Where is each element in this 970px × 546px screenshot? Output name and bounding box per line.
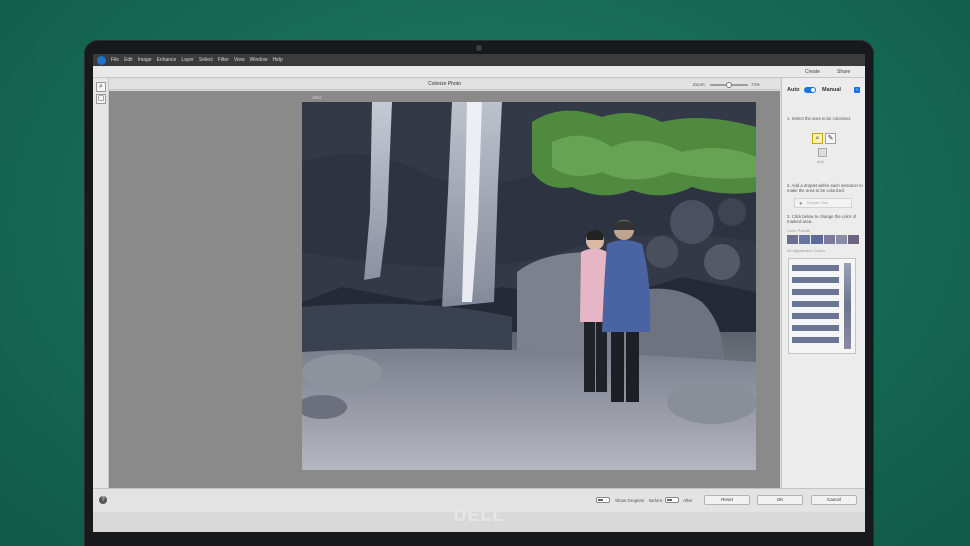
step-1-text: 1. Select the area to be colorized.	[787, 116, 852, 121]
create-button[interactable]: Create	[805, 69, 820, 75]
colorize-panel: Auto Manual ? 1. Select the area to be c…	[781, 78, 865, 488]
dell-logo: DELL	[453, 505, 505, 525]
webcam	[476, 45, 482, 51]
after-view-label: After	[312, 95, 322, 100]
dialog-title: Colorize Photo	[109, 79, 780, 90]
droplet-tool-button[interactable]: ● Droplet Tool	[794, 198, 852, 208]
adjustment-color-bar[interactable]	[792, 325, 839, 331]
screen: File Edit Image Enhance Layer Select Fil…	[93, 54, 865, 532]
menu-image[interactable]: Image	[138, 57, 152, 63]
palette-swatch[interactable]	[835, 235, 847, 244]
add-mode-label: Add	[817, 160, 824, 164]
adjustment-colors-label: All Adjustment Colors	[787, 248, 826, 253]
menu-help[interactable]: Help	[272, 57, 282, 63]
droplet-icon: ●	[799, 201, 803, 207]
laptop-frame: File Edit Image Enhance Layer Select Fil…	[84, 40, 874, 546]
menu-window[interactable]: Window	[250, 57, 268, 63]
manual-mode-label: Manual	[822, 87, 841, 93]
palette-swatch[interactable]	[847, 235, 860, 244]
zoom-value: 74%	[751, 82, 761, 87]
ok-button[interactable]: OK	[757, 495, 803, 505]
adjustment-color-bar[interactable]	[792, 337, 839, 343]
adjustment-color-bar[interactable]	[792, 265, 839, 271]
before-label: Before	[649, 498, 663, 503]
palette-swatch[interactable]	[799, 235, 811, 244]
palette-swatch[interactable]	[787, 235, 799, 244]
menu-select[interactable]: Select	[199, 57, 213, 63]
quick-selection-icon[interactable]: ⌕	[812, 133, 823, 144]
adjustment-color-bar[interactable]	[792, 277, 839, 283]
adjustment-colors-list	[788, 258, 856, 354]
step-3-text: 3. Click below to change the color of ma…	[787, 214, 857, 224]
menu-file[interactable]: File	[111, 57, 119, 63]
auto-mode-label: Auto	[787, 87, 800, 93]
menu-enhance[interactable]: Enhance	[157, 57, 177, 63]
palette-swatch[interactable]	[823, 235, 835, 244]
color-palette	[787, 235, 860, 244]
share-button[interactable]: Share	[837, 69, 850, 75]
zoom-slider-knob[interactable]	[726, 82, 732, 88]
palette-swatch[interactable]	[811, 235, 823, 244]
left-toolbox: ⌕ ▢	[93, 78, 109, 488]
selection-preview	[818, 148, 827, 157]
toggle-knob	[811, 88, 815, 92]
photo-canvas[interactable]	[302, 102, 756, 470]
adjustment-scrollbar[interactable]	[844, 263, 851, 349]
adjustment-color-bar[interactable]	[792, 313, 839, 319]
auto-manual-toggle[interactable]	[804, 87, 816, 93]
cancel-button[interactable]: Cancel	[811, 495, 857, 505]
droplet-tool-label: Droplet Tool	[807, 200, 829, 205]
after-label: After	[683, 498, 693, 503]
zoom-tool-icon[interactable]: ⌕	[96, 82, 106, 92]
menu-filter[interactable]: Filter	[218, 57, 229, 63]
selection-brush-icon[interactable]: ✎	[825, 133, 836, 144]
reset-button[interactable]: Reset	[704, 495, 750, 505]
adjustment-color-bar[interactable]	[792, 301, 839, 307]
top-toolbar: Create Share	[93, 66, 865, 78]
show-droplets-label: Show Droplets	[615, 498, 645, 503]
step-2-text: 2. Add a droplet within each selection t…	[787, 183, 863, 193]
color-palette-label: Color Palette	[787, 228, 811, 233]
app-logo-icon	[97, 55, 106, 65]
menu-edit[interactable]: Edit	[124, 57, 133, 63]
help-icon[interactable]: ?	[99, 496, 107, 504]
menu-view[interactable]: View	[234, 57, 245, 63]
zoom-label: Zoom:	[693, 82, 706, 87]
panel-help-icon[interactable]: ?	[854, 87, 860, 93]
show-droplets-toggle[interactable]	[596, 497, 610, 503]
hand-tool-icon[interactable]: ▢	[96, 94, 106, 104]
menu-layer[interactable]: Layer	[181, 57, 194, 63]
menubar: File Edit Image Enhance Layer Select Fil…	[93, 54, 865, 66]
before-after-toggle[interactable]	[665, 497, 679, 503]
adjustment-color-bar[interactable]	[792, 289, 839, 295]
zoom-slider[interactable]	[710, 82, 748, 88]
photo-illustration	[302, 102, 756, 470]
